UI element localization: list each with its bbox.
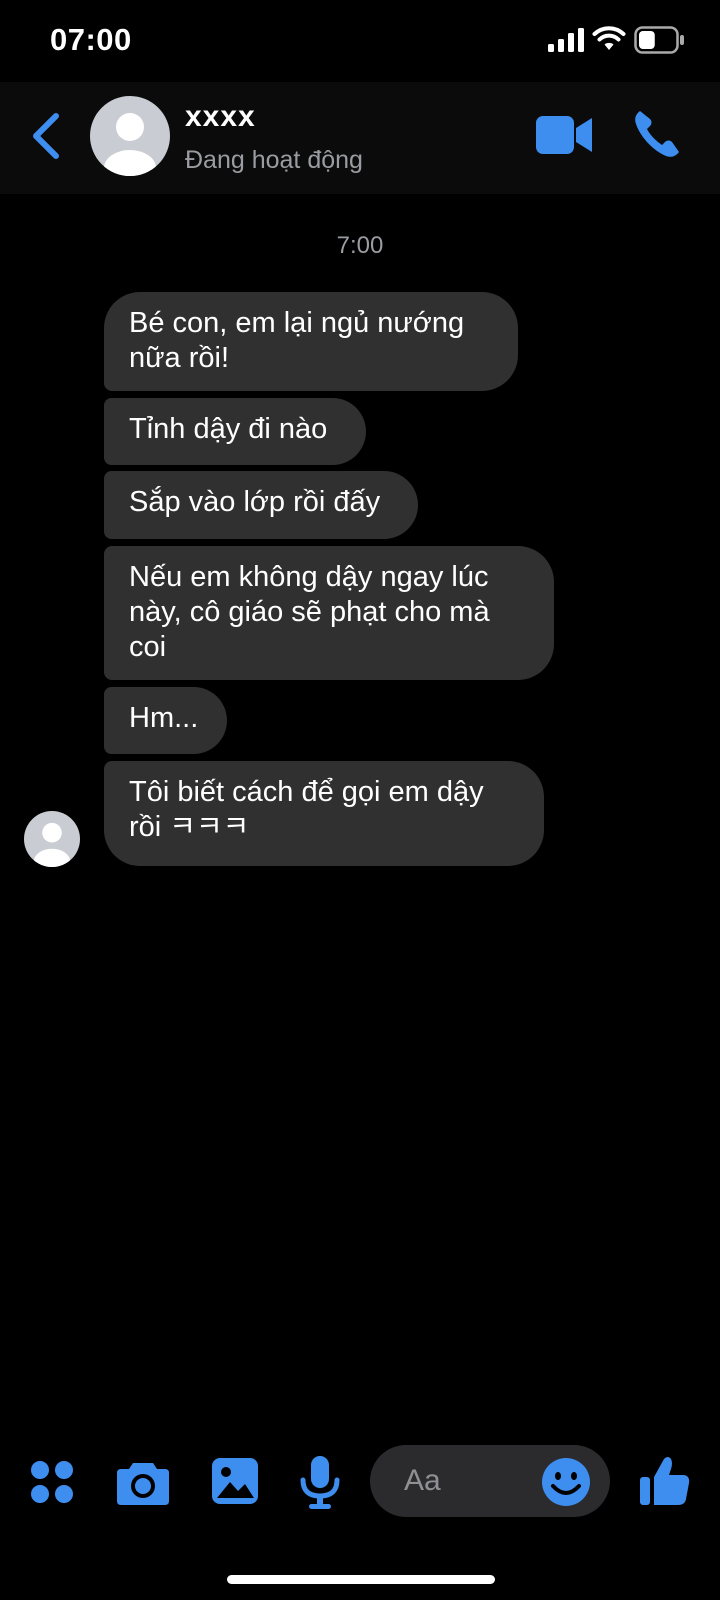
message-bubble[interactable]: Bé con, em lại ngủ nướng nữa rồi! bbox=[104, 292, 518, 391]
status-time: 07:00 bbox=[50, 22, 132, 57]
contact-avatar[interactable] bbox=[90, 96, 170, 176]
back-arrow-icon[interactable] bbox=[28, 110, 64, 162]
thumbs-up-icon[interactable] bbox=[640, 1455, 690, 1507]
message-input-placeholder: Aa bbox=[404, 1464, 441, 1497]
camera-icon[interactable] bbox=[117, 1459, 169, 1505]
cellular-signal-icon bbox=[548, 28, 584, 52]
message-timestamp: 7:00 bbox=[336, 232, 384, 259]
microphone-icon[interactable] bbox=[300, 1456, 340, 1510]
default-avatar-icon bbox=[104, 113, 156, 176]
video-call-icon[interactable] bbox=[536, 114, 594, 156]
more-apps-icon[interactable] bbox=[30, 1460, 74, 1504]
message-bubble[interactable]: Hm... bbox=[104, 687, 227, 754]
message-bubble[interactable]: Sắp vào lớp rồi đấy bbox=[104, 471, 418, 539]
phone-call-icon[interactable] bbox=[632, 108, 682, 160]
sender-avatar[interactable] bbox=[24, 811, 80, 867]
message-bubble[interactable]: Tôi biết cách để gọi em dậy rồi ㅋㅋㅋ bbox=[104, 761, 544, 866]
contact-name[interactable]: xxxx bbox=[185, 100, 256, 134]
gallery-image-icon[interactable] bbox=[212, 1458, 258, 1504]
emoji-icon[interactable] bbox=[541, 1457, 591, 1507]
wifi-icon bbox=[592, 26, 626, 50]
message-bubble[interactable]: Nếu em không dậy ngay lúc này, cô giáo s… bbox=[104, 546, 554, 680]
message-bubble[interactable]: Tỉnh dậy đi nào bbox=[104, 398, 366, 465]
battery-icon bbox=[634, 26, 684, 54]
contact-status: Đang hoạt động bbox=[185, 146, 363, 174]
home-indicator[interactable] bbox=[227, 1575, 495, 1584]
default-avatar-icon bbox=[33, 822, 71, 867]
